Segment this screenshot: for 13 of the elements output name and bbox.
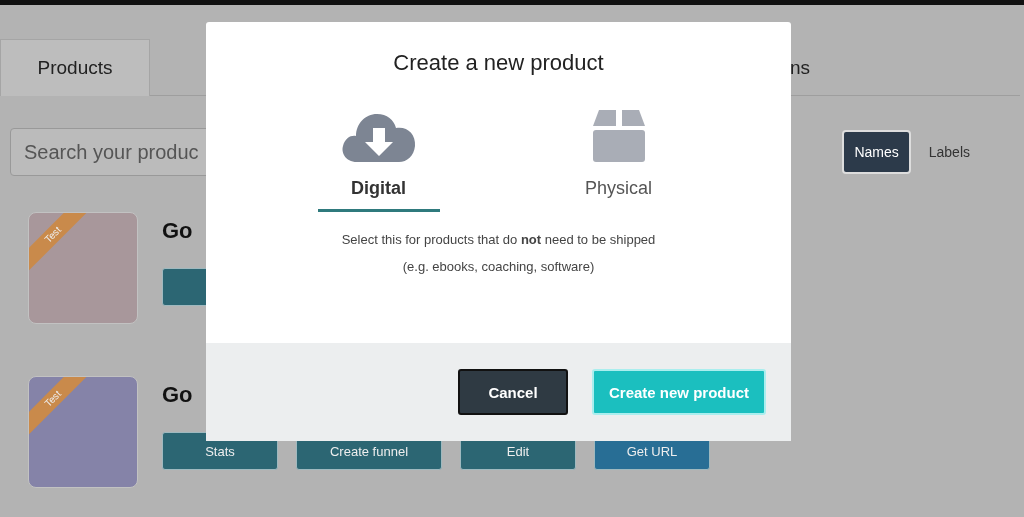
modal-title: Create a new product	[393, 50, 604, 76]
tab[interactable]: Products	[0, 39, 150, 96]
view-toggle-button[interactable]: Labels	[924, 130, 974, 174]
cancel-button[interactable]: Cancel	[458, 369, 568, 415]
product-title: Go	[162, 382, 193, 408]
tab[interactable]: ns	[788, 39, 812, 96]
product-title: Go	[162, 218, 193, 244]
description-text: (e.g. ebooks, coaching, software)	[401, 259, 596, 274]
view-toggle-button[interactable]: Names	[842, 130, 911, 174]
description-text: Select this for products that do not need to be shipped	[341, 232, 656, 247]
product-type-option[interactable]: Physical	[557, 102, 680, 212]
box-icon	[590, 108, 647, 164]
product-type-option[interactable]: Digital	[317, 102, 440, 212]
